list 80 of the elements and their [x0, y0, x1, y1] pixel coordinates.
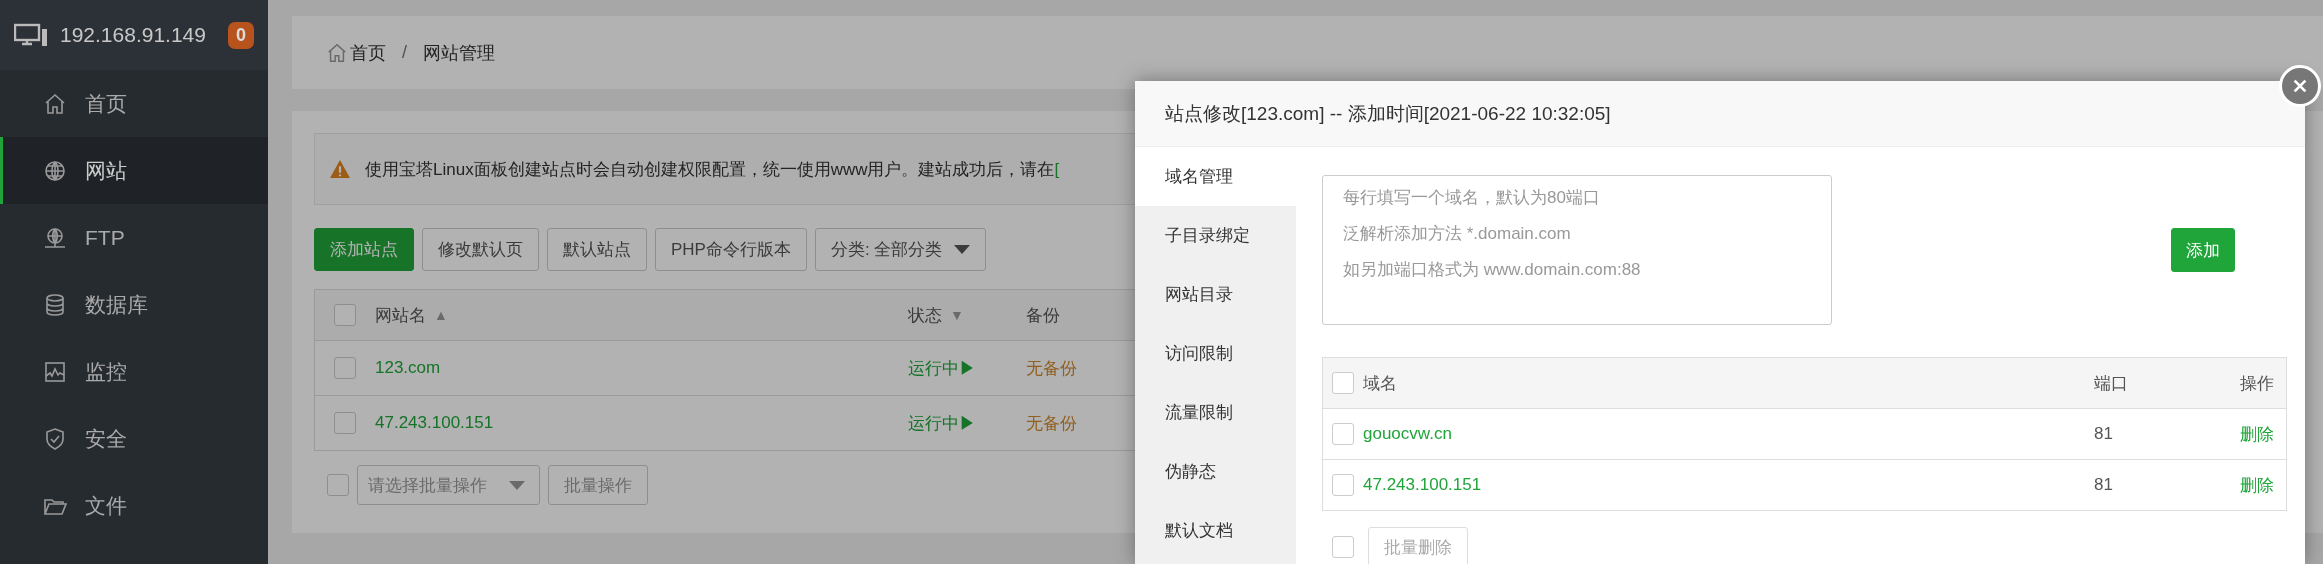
sidebar-label: 文件 — [85, 492, 127, 519]
column-header: 操作 — [2239, 372, 2275, 395]
sidebar-item[interactable]: 安全 — [0, 405, 268, 472]
database-icon — [43, 292, 67, 317]
site-name-link[interactable]: 47.243.100.151 — [375, 413, 494, 433]
column-header: 端口 — [2094, 372, 2129, 395]
modal-tab[interactable]: 子目录绑定 — [1135, 206, 1296, 265]
delete-link[interactable]: 删除 — [2240, 424, 2274, 444]
toolbar-button[interactable]: 添加站点 — [314, 228, 414, 271]
sidebar-item[interactable]: 首页 — [0, 70, 268, 137]
notice-link[interactable]: [ — [1054, 159, 1060, 179]
column-header[interactable]: 网站名 — [375, 303, 426, 327]
placeholder-text: 每行填写一个域名，默认为80端口 — [1343, 187, 1600, 209]
modal-tab[interactable]: 访问限制 — [1135, 324, 1296, 383]
chart-icon — [43, 359, 67, 384]
backup-link[interactable]: 无备份 — [1026, 358, 1077, 378]
checkbox[interactable] — [1332, 423, 1354, 445]
toolbar-button[interactable]: 默认站点 — [547, 228, 647, 271]
placeholder-text: 泛解析添加方法 *.domain.com — [1343, 223, 1571, 245]
caret-icon — [954, 245, 971, 254]
checkbox[interactable] — [334, 412, 356, 434]
home-icon — [326, 41, 348, 64]
sidebar-label: 安全 — [85, 425, 127, 452]
host-address: 192.168.91.149 — [60, 23, 207, 47]
sidebar-label: FTP — [85, 225, 125, 250]
add-button[interactable]: 添加 — [2171, 228, 2235, 272]
category-dropdown[interactable]: 分类: 全部分类 — [814, 228, 987, 271]
table-cell-text: 81 — [2094, 475, 2114, 495]
domain-input-field[interactable]: 每行填写一个域名，默认为80端口 泛解析添加方法 *.domain.com 如另加端口格式为 www.domain.com:88 — [1322, 175, 1832, 325]
sidebar-item[interactable]: 监控 — [0, 338, 268, 405]
placeholder-text: 如另加端口格式为 www.domain.com:88 — [1343, 259, 1641, 281]
column-header: 域名 — [1363, 372, 1398, 395]
home-icon — [43, 91, 67, 116]
notification-badge[interactable]: 0 — [228, 21, 254, 49]
breadcrumb-link[interactable]: 首页 — [326, 40, 386, 65]
monitor-icon — [14, 23, 48, 47]
column-header[interactable]: 状态 — [908, 303, 942, 327]
status-link[interactable]: 运行中▶ — [908, 356, 976, 380]
sidebar-label: 监控 — [85, 358, 127, 385]
caret-icon — [509, 480, 525, 490]
breadcrumb-separator: / — [402, 42, 407, 63]
checkbox[interactable] — [1332, 536, 1354, 558]
modal-tab[interactable]: 默认文档 — [1135, 501, 1296, 560]
toolbar-button[interactable]: PHP命令行版本 — [655, 228, 807, 271]
backup-link[interactable]: 无备份 — [1026, 413, 1077, 433]
domain-link[interactable]: 47.243.100.151 — [1363, 475, 1482, 494]
modal-title: 站点修改[123.com] -- 添加时间[2021-06-22 10:32:05] — [1135, 81, 2305, 147]
sidebar-item[interactable]: 网站 — [0, 137, 268, 204]
modal-tab[interactable]: 网站目录 — [1135, 265, 1296, 324]
breadcrumb-current: 网站管理 — [423, 41, 495, 65]
network-globe-icon — [43, 225, 67, 250]
shield-check-icon — [43, 426, 67, 451]
modal-tab[interactable]: 伪静态 — [1135, 442, 1296, 501]
toolbar-button[interactable]: 修改默认页 — [422, 228, 539, 271]
table-cell-text: 81 — [2094, 424, 2114, 444]
checkbox[interactable] — [327, 474, 349, 496]
modal-tab[interactable]: 域名管理 — [1135, 147, 1296, 206]
select-placeholder: 请选择批量操作 — [368, 474, 487, 497]
sidebar-item[interactable]: FTP — [0, 204, 268, 271]
sidebar-label: 首页 — [85, 90, 127, 117]
domain-link[interactable]: gouocvw.cn — [1363, 424, 1452, 443]
checkbox[interactable] — [1332, 372, 1354, 394]
notice-text: 使用宝塔Linux面板创建站点时会自动创建权限配置，统一使用www用户。建站成功后，请在[ — [365, 158, 1060, 181]
checkbox[interactable] — [1332, 474, 1354, 496]
sidebar-label: 数据库 — [85, 291, 148, 318]
sidebar-item[interactable]: 数据库 — [0, 271, 268, 338]
sidebar-label: 网站 — [85, 157, 127, 184]
close-icon — [2291, 77, 2309, 95]
status-link[interactable]: 运行中▶ — [908, 411, 976, 435]
globe-icon — [43, 158, 67, 183]
column-header[interactable]: 备份 — [1026, 303, 1060, 327]
checkbox[interactable] — [334, 357, 356, 379]
delete-link[interactable]: 删除 — [2240, 475, 2274, 495]
site-name-link[interactable]: 123.com — [375, 358, 441, 378]
sidebar-item[interactable]: 文件 — [0, 472, 268, 539]
modal-tab[interactable]: 流量限制 — [1135, 383, 1296, 442]
checkbox[interactable] — [334, 304, 356, 326]
warning-icon — [329, 159, 351, 179]
batch-button[interactable]: 批量操作 — [548, 465, 648, 505]
batch-select[interactable]: 请选择批量操作 — [357, 465, 540, 505]
